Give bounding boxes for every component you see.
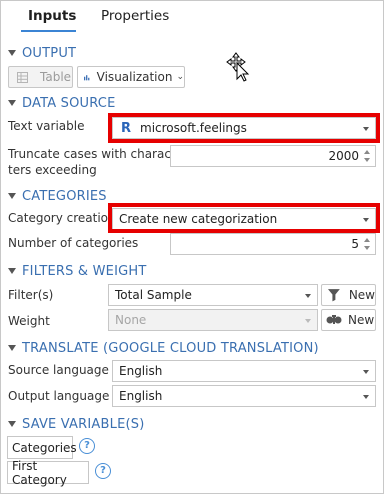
new-filter-label: New <box>348 288 375 302</box>
stepper-arrows[interactable] <box>363 148 373 164</box>
weight-label: Weight <box>8 314 50 328</box>
help-icon[interactable]: ? <box>95 463 111 479</box>
collapse-triangle-icon <box>8 421 16 427</box>
move-cursor-icon <box>226 52 250 82</box>
collapse-triangle-icon <box>8 100 16 106</box>
increment-icon[interactable] <box>364 150 370 154</box>
section-title: DATA SOURCE <box>22 95 116 111</box>
decrement-icon[interactable] <box>364 246 370 250</box>
output-language-value: English <box>119 389 163 403</box>
source-language-label: Source language <box>8 363 109 377</box>
new-filter-button[interactable]: New <box>321 284 376 306</box>
tab-properties[interactable]: Properties <box>101 8 169 24</box>
highlight-box <box>108 113 380 143</box>
save-first-category-button[interactable]: First Category <box>7 459 89 487</box>
dropdown-caret-icon <box>363 370 369 374</box>
filter-dropdown[interactable]: Total Sample <box>108 284 318 306</box>
active-tab-indicator <box>21 30 76 32</box>
balance-scale-icon <box>326 315 342 324</box>
number-of-categories-label: Number of categories <box>8 236 139 250</box>
chevron-down-icon: ⌄ <box>176 72 184 82</box>
truncate-value: 2000 <box>328 149 359 163</box>
dropdown-caret-icon <box>305 294 311 298</box>
table-icon <box>17 71 28 83</box>
section-output-header[interactable]: OUTPUT <box>8 44 76 62</box>
section-title: SAVE VARIABLE(S) <box>22 416 145 432</box>
dropdown-caret-icon <box>305 319 311 323</box>
section-categories-header[interactable]: CATEGORIES <box>8 187 107 205</box>
section-save-variables-header[interactable]: SAVE VARIABLE(S) <box>8 415 144 433</box>
visualization-button[interactable]: Visualization ⌄ <box>77 66 185 88</box>
weight-dropdown: None <box>108 309 318 331</box>
highlight-box <box>108 203 380 233</box>
bar-chart-icon <box>84 74 90 80</box>
section-translate-header[interactable]: TRANSLATE (GOOGLE CLOUD TRANSLATION) <box>8 339 319 357</box>
increment-icon[interactable] <box>364 238 370 242</box>
filter-funnel-icon <box>327 289 340 302</box>
weight-value: None <box>115 313 147 327</box>
table-button-label: Table <box>40 70 72 84</box>
source-language-value: English <box>119 364 163 378</box>
help-icon[interactable]: ? <box>79 438 95 454</box>
table-button[interactable]: Table <box>8 66 73 88</box>
new-weight-button[interactable]: New <box>321 309 376 331</box>
collapse-triangle-icon <box>8 50 16 56</box>
filter-label: Filter(s) <box>8 288 54 302</box>
number-of-categories-stepper[interactable]: 5 <box>170 233 376 255</box>
collapse-triangle-icon <box>8 345 16 351</box>
section-filters-weight-header[interactable]: FILTERS & WEIGHT <box>8 262 147 280</box>
section-title: TRANSLATE (GOOGLE CLOUD TRANSLATION) <box>22 340 319 356</box>
section-title: OUTPUT <box>22 45 77 61</box>
truncate-label-line1: Truncate cases with charac- <box>8 147 176 161</box>
section-title: FILTERS & WEIGHT <box>22 263 147 279</box>
source-language-dropdown[interactable]: English <box>112 360 376 382</box>
truncate-stepper[interactable]: 2000 <box>170 145 376 167</box>
number-of-categories-value: 5 <box>351 237 359 251</box>
filter-value: Total Sample <box>115 288 192 302</box>
decrement-icon[interactable] <box>364 158 370 162</box>
tab-bar: Inputs Properties <box>0 0 384 36</box>
truncate-label-line2: ters exceeding <box>8 163 97 177</box>
section-data-source-header[interactable]: DATA SOURCE <box>8 94 116 112</box>
output-language-label: Output language <box>8 389 110 403</box>
section-title: CATEGORIES <box>22 188 107 204</box>
tab-inputs[interactable]: Inputs <box>28 8 76 24</box>
save-categories-button[interactable]: Categories <box>7 436 77 459</box>
stepper-arrows[interactable] <box>363 236 373 252</box>
dropdown-caret-icon <box>363 395 369 399</box>
collapse-triangle-icon <box>8 193 16 199</box>
text-variable-label: Text variable <box>8 119 85 133</box>
output-language-dropdown[interactable]: English <box>112 385 376 407</box>
category-creation-label: Category creation <box>8 211 116 225</box>
collapse-triangle-icon <box>8 268 16 274</box>
visualization-button-label: Visualization <box>96 70 173 84</box>
new-weight-label: New <box>348 313 375 327</box>
